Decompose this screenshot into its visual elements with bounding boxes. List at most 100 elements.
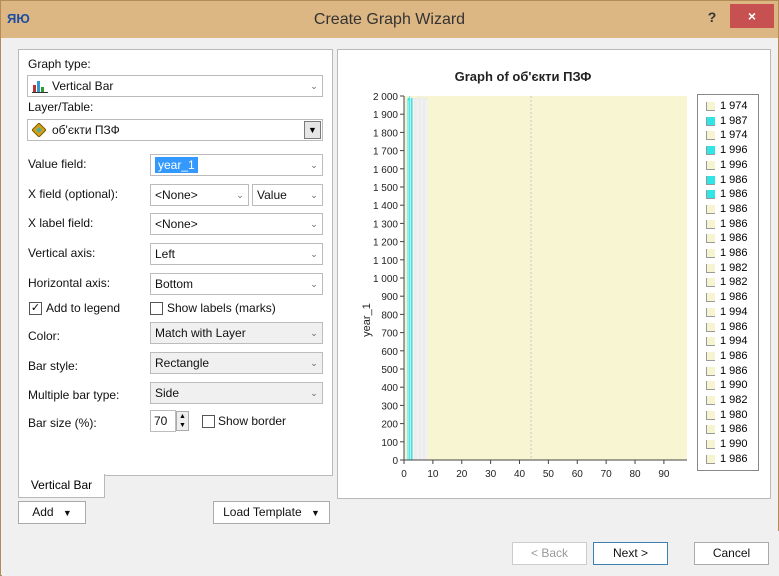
- x-field-mode-select[interactable]: Value ⌄: [252, 184, 323, 206]
- y-tick-label: 0: [392, 456, 398, 467]
- chart-y-axis-label: year_1: [361, 303, 373, 337]
- chevron-down-icon: ⌄: [310, 328, 318, 338]
- legend-swatch: [706, 116, 715, 126]
- value-field-select[interactable]: year_1 ⌄: [150, 154, 323, 176]
- cancel-button[interactable]: Cancel: [694, 542, 769, 565]
- graph-type-value: Vertical Bar: [52, 79, 114, 93]
- chevron-down-icon: ⌄: [310, 219, 318, 229]
- legend-swatch: [706, 131, 715, 141]
- legend-item: 1 986: [698, 290, 760, 304]
- legend-label: 1 990: [720, 438, 748, 451]
- dropdown-arrow-icon: ▼: [304, 121, 321, 139]
- legend-swatch: [706, 410, 715, 420]
- add-button-label: Add: [32, 505, 54, 519]
- x-label-field-label: X label field:: [28, 216, 94, 230]
- help-button[interactable]: ?: [701, 7, 723, 27]
- legend-item: 1 986: [698, 173, 760, 187]
- legend-label: 1 987: [720, 114, 748, 127]
- title-bar: ЯЮ Create Graph Wizard ? ×: [1, 1, 778, 38]
- legend-swatch: [706, 278, 715, 288]
- x-tick-label: 30: [485, 469, 497, 480]
- value-field-label: Value field:: [28, 157, 87, 171]
- chevron-down-icon: ⌄: [310, 160, 318, 170]
- horizontal-axis-select[interactable]: Bottom ⌄: [150, 273, 323, 295]
- vertical-axis-select[interactable]: Left ⌄: [150, 243, 323, 265]
- legend-label: 1 996: [720, 144, 748, 157]
- y-tick-label: 1 600: [373, 165, 398, 176]
- x-tick-label: 0: [401, 469, 407, 480]
- x-label-field-value: <None>: [155, 217, 198, 231]
- chart-title: Graph of об'єкти ПЗФ: [455, 69, 592, 84]
- show-border-checkbox[interactable]: [202, 415, 215, 428]
- legend-label: 1 986: [720, 364, 748, 377]
- bar-style-select[interactable]: Rectangle ⌄: [150, 352, 323, 374]
- legend-swatch: [706, 249, 715, 258]
- bar-style-value: Rectangle: [155, 356, 210, 370]
- x-field-select[interactable]: <None> ⌄: [150, 184, 249, 206]
- legend-swatch: [706, 337, 715, 347]
- color-select[interactable]: Match with Layer ⌄: [150, 322, 323, 344]
- legend-swatch: [706, 440, 715, 450]
- legend-swatch: [706, 219, 715, 229]
- add-button[interactable]: Add ▼: [18, 501, 86, 524]
- x-field-label: X field (optional):: [28, 187, 119, 201]
- x-tick-label: 70: [601, 469, 613, 480]
- y-tick-label: 1 300: [373, 219, 398, 230]
- legend-item: 1 996: [698, 143, 760, 157]
- layer-select[interactable]: об'єкти ПЗФ ▼: [27, 119, 323, 141]
- legend-swatch: [706, 263, 715, 273]
- x-tick-label: 60: [572, 469, 584, 480]
- legend-item: 1 986: [698, 422, 760, 436]
- legend-swatch: [706, 204, 715, 214]
- multiple-bar-type-value: Side: [155, 386, 180, 400]
- legend-swatch: [706, 146, 715, 156]
- y-tick-label: 1 500: [373, 183, 398, 194]
- next-button[interactable]: Next >: [593, 542, 668, 565]
- legend-item: 1 980: [698, 408, 760, 422]
- legend-item: 1 990: [698, 437, 760, 451]
- graph-type-select[interactable]: Vertical Bar ⌄: [27, 75, 323, 97]
- y-tick-label: 300: [381, 401, 398, 412]
- legend-swatch: [706, 366, 715, 376]
- x-field-value: <None>: [155, 188, 198, 202]
- bar-size-input[interactable]: 70: [150, 410, 176, 432]
- settings-panel: Graph type: Vertical Bar ⌄ Layer/Table: …: [18, 49, 333, 476]
- add-to-legend-checkbox[interactable]: ✓: [29, 302, 42, 315]
- color-value: Match with Layer: [155, 326, 246, 340]
- layer-icon: [31, 122, 47, 138]
- legend-swatch: [706, 454, 715, 464]
- add-to-legend-label: Add to legend: [46, 301, 121, 315]
- legend-item: 1 994: [698, 334, 760, 348]
- bar-size-label: Bar size (%):: [28, 416, 97, 430]
- legend-label: 1 986: [720, 173, 748, 186]
- bar-chart-icon: [32, 79, 48, 93]
- tab-vertical-bar[interactable]: Vertical Bar: [18, 474, 105, 498]
- legend-swatch: [706, 175, 715, 185]
- bar-size-spinner[interactable]: ▲ ▼: [176, 411, 189, 431]
- legend-swatch: [706, 234, 715, 244]
- chevron-down-icon: ⌄: [310, 388, 318, 398]
- window-title: Create Graph Wizard: [313, 11, 466, 28]
- legend-label: 1 986: [720, 349, 748, 362]
- legend-swatch: [706, 425, 715, 435]
- legend-item: 1 986: [698, 231, 760, 245]
- y-tick-label: 700: [381, 329, 398, 340]
- value-field-value: year_1: [155, 157, 198, 173]
- close-button[interactable]: ×: [730, 4, 774, 28]
- load-template-button[interactable]: Load Template ▼: [213, 501, 330, 524]
- show-labels-label: Show labels (marks): [167, 301, 276, 315]
- x-label-field-select[interactable]: <None> ⌄: [150, 213, 323, 235]
- y-tick-label: 1 400: [373, 201, 398, 212]
- back-button[interactable]: < Back: [512, 542, 587, 565]
- x-tick-label: 40: [514, 469, 526, 480]
- legend-swatch: [706, 381, 715, 391]
- multiple-bar-type-select[interactable]: Side ⌄: [150, 382, 323, 404]
- load-template-label: Load Template: [223, 505, 302, 519]
- chevron-down-icon: ⌄: [310, 279, 318, 289]
- legend-label: 1 980: [720, 408, 748, 421]
- show-labels-checkbox[interactable]: [150, 302, 163, 315]
- y-tick-label: 100: [381, 438, 398, 449]
- x-field-mode-value: Value: [257, 188, 287, 202]
- legend-label: 1 982: [720, 276, 748, 289]
- legend-item: 1 986: [698, 320, 760, 334]
